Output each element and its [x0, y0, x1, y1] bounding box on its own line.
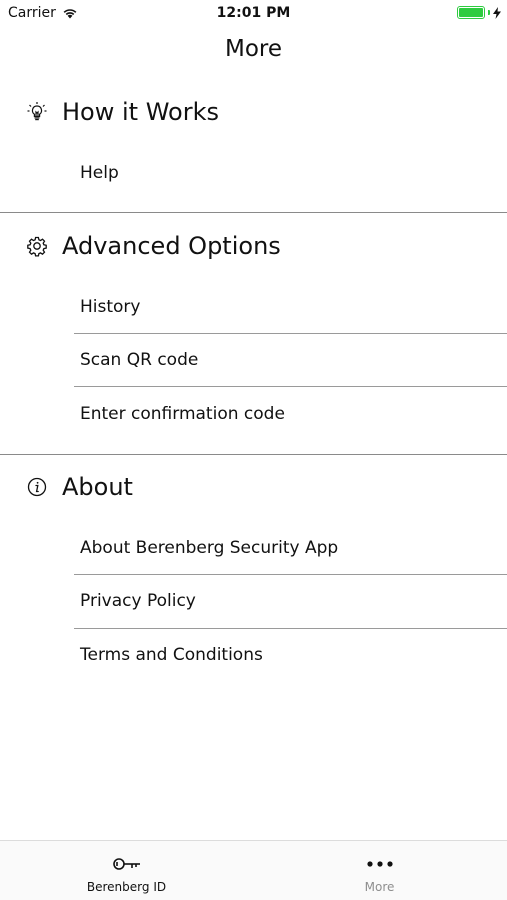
- more-dots-icon: [253, 853, 506, 875]
- menu-item-enter-confirmation-code[interactable]: Enter confirmation code: [74, 387, 507, 441]
- lightbulb-icon: [26, 101, 48, 123]
- menu-item-label: History: [80, 297, 141, 317]
- menu-item-privacy-policy[interactable]: Privacy Policy: [74, 574, 507, 628]
- tab-more[interactable]: More: [253, 841, 506, 900]
- section-divider: [0, 454, 507, 455]
- menu-item-history[interactable]: History: [74, 280, 507, 334]
- section-title: About: [62, 473, 133, 501]
- menu-item-label: Help: [80, 163, 119, 183]
- gear-icon: [26, 235, 48, 257]
- battery-icon: [457, 6, 485, 19]
- section-advanced-options: Advanced Options: [0, 226, 507, 266]
- tab-label: More: [364, 880, 395, 894]
- status-time: 12:01 PM: [216, 5, 291, 21]
- charging-bolt-icon: [493, 6, 501, 19]
- menu-item-label: About Berenberg Security App: [80, 538, 339, 558]
- tab-berenberg-id[interactable]: Berenberg ID: [0, 841, 253, 900]
- page-title: More: [224, 36, 283, 62]
- battery-indicator: [457, 6, 501, 19]
- key-icon: [0, 853, 253, 875]
- section-divider: [0, 212, 507, 213]
- menu-item-label: Scan QR code: [80, 350, 199, 370]
- tab-label: Berenberg ID: [86, 880, 167, 894]
- more-screen: Carrier 12:01 PM More How it Works Help …: [0, 0, 507, 900]
- menu-item-label: Enter confirmation code: [80, 404, 285, 424]
- section-about: About: [0, 467, 507, 507]
- tab-bar: Berenberg ID More: [0, 840, 507, 900]
- menu-item-scan-qr-code[interactable]: Scan QR code: [74, 333, 507, 387]
- menu-item-about-app[interactable]: About Berenberg Security App: [74, 521, 507, 575]
- info-icon: [26, 476, 48, 498]
- status-bar: Carrier 12:01 PM: [0, 0, 507, 28]
- menu-item-terms-and-conditions[interactable]: Terms and Conditions: [74, 628, 507, 682]
- section-title: Advanced Options: [62, 232, 281, 260]
- menu-item-label: Privacy Policy: [80, 591, 196, 611]
- section-title: How it Works: [62, 98, 219, 126]
- menu-item-help[interactable]: Help: [74, 146, 507, 200]
- section-how-it-works: How it Works: [0, 92, 507, 132]
- menu-item-label: Terms and Conditions: [80, 645, 263, 665]
